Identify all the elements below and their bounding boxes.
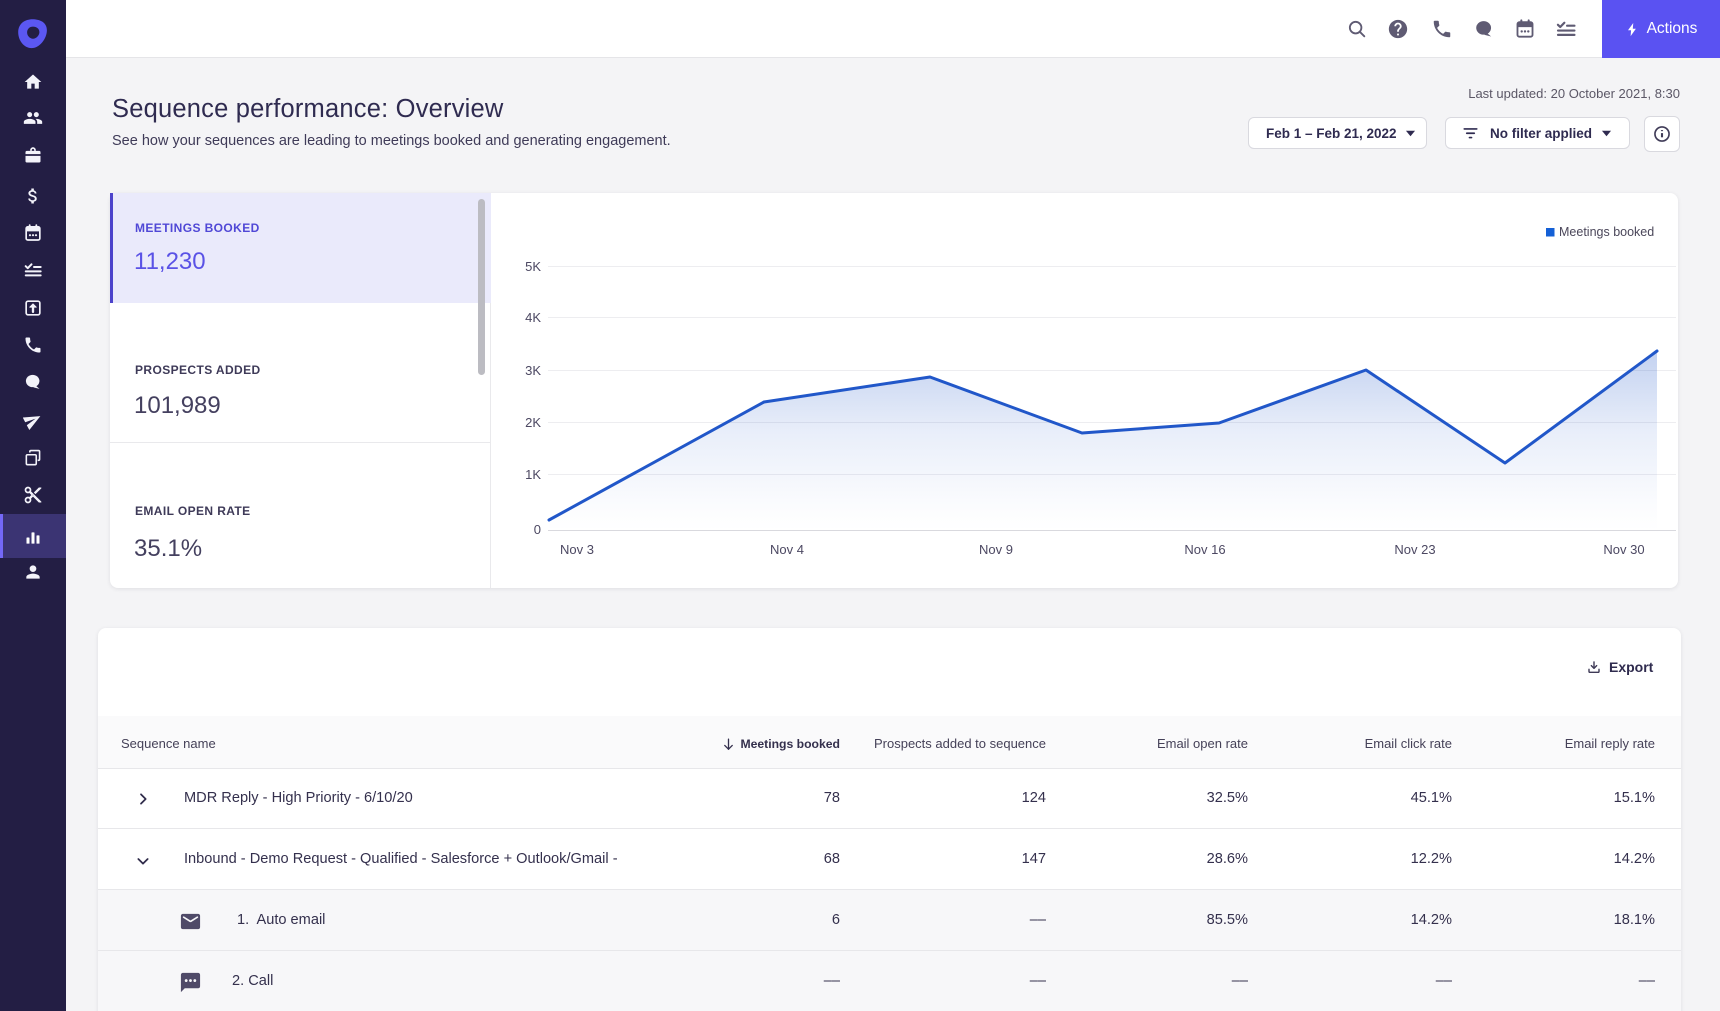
svg-text:0: 0 [534,522,541,537]
svg-text:1K: 1K [525,467,541,482]
svg-text:Nov 16: Nov 16 [1184,542,1225,557]
svg-text:4K: 4K [525,310,541,325]
svg-text:Nov 30: Nov 30 [1603,542,1644,557]
svg-text:Nov 23: Nov 23 [1394,542,1435,557]
svg-text:2K: 2K [525,415,541,430]
svg-text:5K: 5K [525,259,541,274]
svg-text:Nov 4: Nov 4 [770,542,804,557]
svg-text:Nov 9: Nov 9 [979,542,1013,557]
svg-text:Nov 3: Nov 3 [560,542,594,557]
svg-text:3K: 3K [525,363,541,378]
svg-text:Meetings booked: Meetings booked [1559,225,1654,239]
